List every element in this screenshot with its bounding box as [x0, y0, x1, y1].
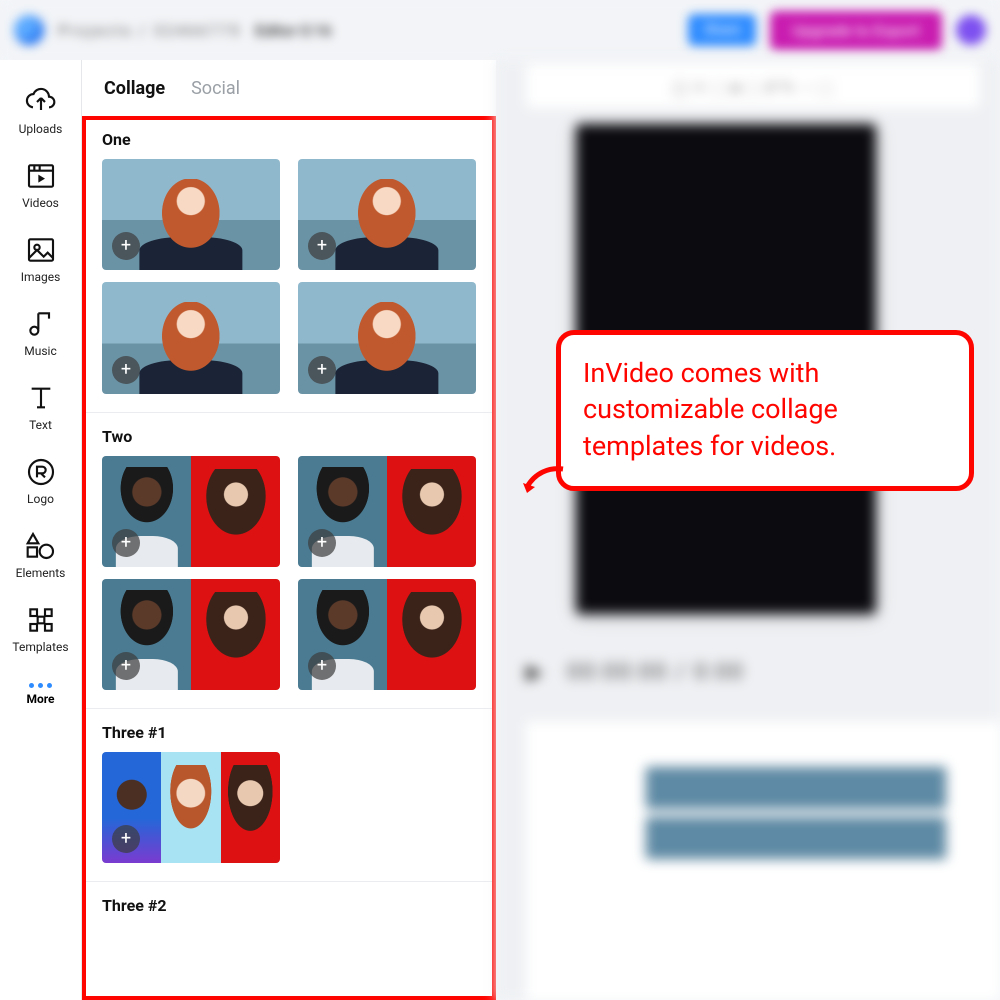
sidebar-item-music[interactable]: Music — [0, 298, 81, 372]
shapes-icon — [25, 530, 57, 562]
collage-group-three-1: Three #1 + — [86, 708, 492, 881]
collage-template-thumb[interactable]: + — [102, 752, 280, 863]
playback-time: ▶ 00:00:00 / 0:00 — [526, 660, 970, 690]
sidebar-item-label: Templates — [12, 640, 68, 654]
project-breadcrumb[interactable]: Projects / 32466775 — [58, 21, 241, 40]
sidebar-item-images[interactable]: Images — [0, 224, 81, 298]
timeline-track[interactable] — [646, 817, 946, 859]
text-icon — [25, 382, 57, 414]
plus-icon: + — [308, 529, 336, 557]
plus-icon: + — [112, 652, 140, 680]
collage-panel: Collage Social One + + + + Two — [82, 60, 496, 1000]
panel-tabs: Collage Social — [82, 60, 496, 113]
collage-group-two: Two + + + + — [86, 412, 492, 709]
group-title: One — [102, 130, 476, 149]
sidebar-item-label: Elements — [16, 566, 66, 580]
video-icon — [25, 160, 57, 192]
sidebar-item-label: Music — [24, 344, 56, 358]
tab-social[interactable]: Social — [191, 78, 240, 99]
collage-template-thumb[interactable]: + — [298, 282, 476, 393]
annotation-callout: InVideo comes with customizable collage … — [556, 330, 974, 491]
canvas-area: ▢ ＋ ⬚ ● ⬚ ↺ ✎ ⋯ ⬚ ▶ 00:00:00 / 0:00 — [496, 60, 1000, 1000]
sidebar-item-videos[interactable]: Videos — [0, 150, 81, 224]
collage-template-thumb[interactable]: + — [102, 579, 280, 690]
collage-template-thumb[interactable]: + — [102, 159, 280, 270]
avatar[interactable] — [956, 15, 986, 45]
sidebar-item-text[interactable]: Text — [0, 372, 81, 446]
group-title: Two — [102, 427, 476, 446]
plus-icon: + — [112, 529, 140, 557]
music-icon — [25, 308, 57, 340]
timeline[interactable] — [526, 720, 1000, 1000]
plus-icon: + — [112, 356, 140, 384]
group-title: Three #2 — [102, 896, 476, 915]
plus-icon: + — [308, 232, 336, 260]
plus-icon: + — [112, 232, 140, 260]
collage-scroll[interactable]: One + + + + Two + + + + — [82, 116, 496, 1000]
sidebar-item-label: Images — [21, 270, 61, 284]
sidebar-item-label: Uploads — [19, 122, 63, 136]
upgrade-button[interactable]: Upgrade to Export — [770, 11, 942, 50]
editor-meta: Editor 0:16 — [255, 21, 674, 40]
tab-collage[interactable]: Collage — [104, 78, 165, 99]
group-title: Three #1 — [102, 723, 476, 742]
sidebar-item-logo[interactable]: Logo — [0, 446, 81, 520]
collage-group-three-2: Three #2 — [86, 881, 492, 943]
canvas-toolbar[interactable]: ▢ ＋ ⬚ ● ⬚ ↺ ✎ ⋯ ⬚ — [526, 64, 980, 108]
collage-group-one: One + + + + — [86, 120, 492, 412]
sidebar-item-templates[interactable]: Templates — [0, 594, 81, 668]
cloud-upload-icon — [25, 86, 57, 118]
collage-template-thumb[interactable]: + — [298, 579, 476, 690]
registered-icon — [25, 456, 57, 488]
collage-template-thumb[interactable]: + — [102, 456, 280, 567]
sidebar-item-label: Text — [29, 418, 52, 432]
topbar: Projects / 32466775 Editor 0:16 Share Up… — [0, 0, 1000, 60]
sidebar-item-elements[interactable]: Elements — [0, 520, 81, 594]
sidebar-item-label: More — [26, 692, 54, 706]
brand-logo — [14, 15, 44, 45]
timeline-track[interactable] — [646, 767, 946, 809]
collage-template-thumb[interactable]: + — [102, 282, 280, 393]
grid-icon — [25, 604, 57, 636]
sidebar-item-label: Logo — [27, 492, 54, 506]
sidebar-item-label: Videos — [22, 196, 59, 210]
collage-template-thumb[interactable]: + — [298, 159, 476, 270]
collage-template-thumb[interactable]: + — [298, 456, 476, 567]
sidebar-item-uploads[interactable]: Uploads — [0, 76, 81, 150]
plus-icon: + — [308, 356, 336, 384]
sidebar-item-more[interactable]: More — [0, 668, 81, 720]
arrow-icon — [521, 461, 565, 506]
sidebar: Uploads Videos Images Music Text Logo — [0, 60, 82, 1000]
plus-icon: + — [308, 652, 336, 680]
more-icon — [27, 678, 54, 688]
image-icon — [25, 234, 57, 266]
annotation-text: InVideo comes with customizable collage … — [583, 355, 947, 464]
share-button[interactable]: Share — [688, 14, 756, 46]
